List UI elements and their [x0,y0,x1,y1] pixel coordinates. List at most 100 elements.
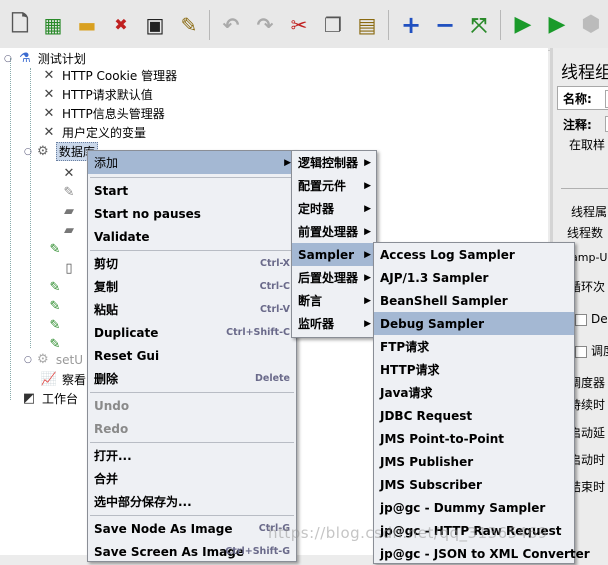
pipette-icon: ✎ [49,241,61,257]
menu-sampler[interactable]: Sampler ▶ [292,243,376,266]
context-menu: 添加 ▶ Start Start no pauses Validate 剪切 Ctr… [87,150,297,562]
expand-handle-icon[interactable]: ○ [24,355,32,365]
menu-separator [90,392,294,393]
doc-icon: ▰ [64,222,74,238]
menu-reset-gui[interactable]: Reset Gui [88,344,296,367]
tree-node-workbench[interactable]: ◩ 工作台 [20,389,78,408]
wrench-icon: ✕ [43,124,55,140]
menu-listener[interactable]: 监听器 ▶ [292,312,376,335]
sampler-item[interactable]: Debug Sampler [374,312,574,335]
expand-handle-icon[interactable]: ○ [4,54,12,64]
gear-icon: ⚙ [37,351,49,367]
menu-validate[interactable]: Validate [88,225,296,248]
panel-title: 线程组 [561,63,608,83]
close-icon[interactable]: ✖ [106,8,136,42]
menu-logic-controller[interactable]: 逻辑控制器 ▶ [292,151,376,174]
sampler-item[interactable]: HTTP请求 [374,358,574,381]
sampler-item[interactable]: BeanShell Sampler [374,289,574,312]
tree-child-icon: ✎ [46,278,68,297]
toolbar-separator [209,10,210,40]
thread-count-label: 线程数 [567,226,604,240]
submenu-arrow-icon: ▶ [364,272,371,283]
sampler-item[interactable]: Access Log Sampler [374,243,574,266]
sampler-item[interactable]: JMS Point-to-Point [374,427,574,450]
sampler-item[interactable]: jp@gc - JSON to XML Converter [374,542,590,565]
copy-icon[interactable]: ❐ [318,8,348,42]
wrench-icon: ✕ [43,86,55,102]
menu-assertion[interactable]: 断言 ▶ [292,289,376,312]
toolbar-separator [388,10,389,40]
sampler-item[interactable]: JMS Publisher [374,450,574,473]
menu-copy[interactable]: 复制 Ctrl-C [88,275,296,298]
stop-icon[interactable]: ⬢ [576,8,606,42]
sampler-item[interactable]: jp@gc - Dummy Sampler [374,496,574,519]
workbench-icon: ◩ [22,390,36,406]
templates-icon[interactable]: ▦ [38,8,68,42]
add-submenu: 逻辑控制器 ▶ 配置元件 ▶ 定时器 ▶ 前置处理器 ▶ Sampler ▶ 后置处理器 ▶… [291,150,377,338]
menu-add[interactable]: 添加 ▶ [88,151,296,174]
collapse-icon[interactable]: − [430,8,460,42]
submenu-arrow-icon: ▶ [364,226,371,237]
toolbar-separator [500,10,501,40]
menu-open[interactable]: 打开... [88,444,296,467]
menu-separator [90,442,294,443]
graph-icon: 📈 [40,371,58,387]
tree-node-cookie-manager[interactable]: ✕ HTTP Cookie 管理器 [40,66,178,85]
menu-config-element[interactable]: 配置元件 ▶ [292,174,376,197]
menu-timer[interactable]: 定时器 ▶ [292,197,376,220]
sampler-item[interactable]: Java请求 [374,381,574,404]
menu-duplicate[interactable]: Duplicate Ctrl+Shift-C [88,321,296,344]
menu-separator [90,177,294,178]
menu-start-no-pauses[interactable]: Start no pauses [88,202,296,225]
new-icon[interactable]: 🗋 [5,8,35,42]
cut-icon[interactable]: ✂ [284,8,314,42]
on-error-label: 在取样 [569,138,606,152]
menu-cut[interactable]: 剪切 Ctrl-X [88,252,296,275]
menu-postprocessor[interactable]: 后置处理器 ▶ [292,266,376,289]
submenu-arrow-icon: ▶ [364,180,371,191]
tree-node-view-results[interactable]: 📈 察看 [40,370,86,389]
redo-icon[interactable]: ↷ [250,8,280,42]
menu-undo[interactable]: Undo [88,394,296,417]
open-icon[interactable]: ▬ [72,8,102,42]
sampler-item[interactable]: AJP/1.3 Sampler [374,266,574,289]
tree-node-setup[interactable]: ○ ⚙ setU [24,350,83,369]
tree-node-header-manager[interactable]: ✕ HTTP信息头管理器 [40,104,165,123]
submenu-arrow-icon: ▶ [364,249,371,260]
tree-node-http-defaults[interactable]: ✕ HTTP请求默认值 [40,85,153,104]
doc-icon: ▰ [64,203,74,219]
menu-preprocessor[interactable]: 前置处理器 ▶ [292,220,376,243]
start-icon[interactable]: ▶ [508,8,538,42]
tree-child-icon: ✕ [60,164,82,183]
submenu-arrow-icon: ▶ [364,318,371,329]
start-no-pause-icon[interactable]: ▶ [542,8,572,42]
menu-delete[interactable]: 删除 Delete [88,367,296,390]
menu-merge[interactable]: 合并 [88,467,296,490]
save-icon[interactable]: ▣ [140,8,170,42]
tree-child-icon: ▰ [60,221,82,240]
watermark: https://blog.csdn.net/qq_31365469 [268,524,548,542]
delay-checkbox[interactable]: Dela [575,312,608,326]
ramp-up-label: amp-U [571,251,608,264]
undo-icon[interactable]: ↶ [216,8,246,42]
sampler-item[interactable]: JMS Subscriber [374,473,574,496]
submenu-arrow-icon: ▶ [364,157,371,168]
wrench-icon: ✕ [63,165,75,181]
toggle-icon[interactable]: ⤧ [464,8,494,42]
menu-save-node-image[interactable]: Save Node As Image Ctrl-G [88,517,296,540]
menu-save-selection[interactable]: 选中部分保存为... [88,490,296,513]
scheduler-checkbox[interactable]: 调度 [575,342,608,359]
sampler-item[interactable]: FTP请求 [374,335,574,358]
save-as-icon[interactable]: ✎ [174,8,204,42]
menu-start[interactable]: Start [88,179,296,202]
menu-redo[interactable]: Redo [88,417,296,440]
sampler-item[interactable]: JDBC Request [374,404,574,427]
paste-icon[interactable]: ▤ [352,8,382,42]
expand-handle-icon[interactable]: ○ [24,147,32,157]
menu-paste[interactable]: 粘贴 Ctrl-V [88,298,296,321]
menu-save-screen-image[interactable]: Save Screen As Image Ctrl+Shift-G [88,540,296,563]
tree-node-user-variables[interactable]: ✕ 用户定义的变量 [40,123,146,142]
toolbar: 🗋 ▦ ▬ ✖ ▣ ✎ ↶ ↷ ✂ ❐ ▤ + − ⤧ ▶ ▶ ⬢ [0,0,608,51]
expand-icon[interactable]: + [396,8,426,42]
tree-child-icon: ▰ [60,202,82,221]
